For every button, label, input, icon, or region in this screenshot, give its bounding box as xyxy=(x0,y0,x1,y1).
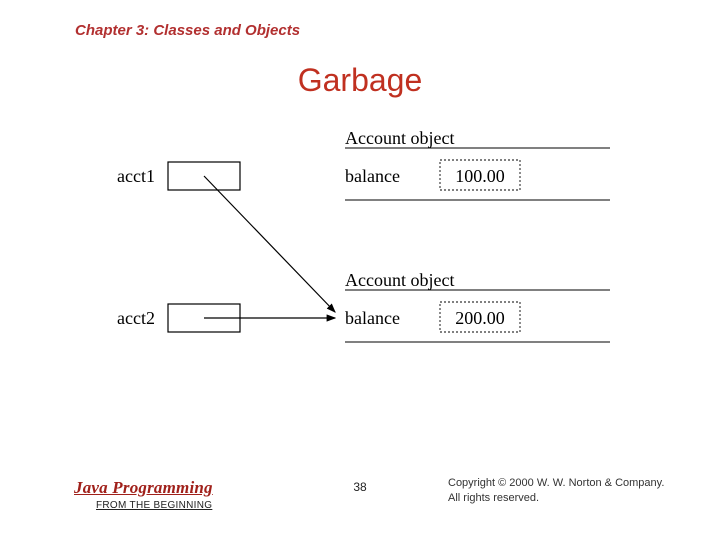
object-diagram: acct1 acct2 Account object balance 100.0… xyxy=(0,120,720,380)
pointer-acct1 xyxy=(204,176,335,312)
obj1-value: 100.00 xyxy=(455,166,505,186)
var1-label: acct1 xyxy=(117,166,155,186)
copyright-line2: All rights reserved. xyxy=(448,491,664,506)
chapter-heading: Chapter 3: Classes and Objects xyxy=(75,22,300,39)
copyright: Copyright © 2000 W. W. Norton & Company.… xyxy=(448,476,664,506)
book-subtitle: FROM THE BEGINNING xyxy=(96,500,212,511)
obj1-title: Account object xyxy=(345,128,454,148)
obj2-value: 200.00 xyxy=(455,308,505,328)
copyright-line1: Copyright © 2000 W. W. Norton & Company. xyxy=(448,476,664,491)
obj2-title: Account object xyxy=(345,270,454,290)
var2-label: acct2 xyxy=(117,308,155,328)
obj2-field-label: balance xyxy=(345,308,400,328)
footer: Java Programming FROM THE BEGINNING 38 C… xyxy=(0,470,720,520)
obj1-field-label: balance xyxy=(345,166,400,186)
slide-title: Garbage xyxy=(0,62,720,99)
